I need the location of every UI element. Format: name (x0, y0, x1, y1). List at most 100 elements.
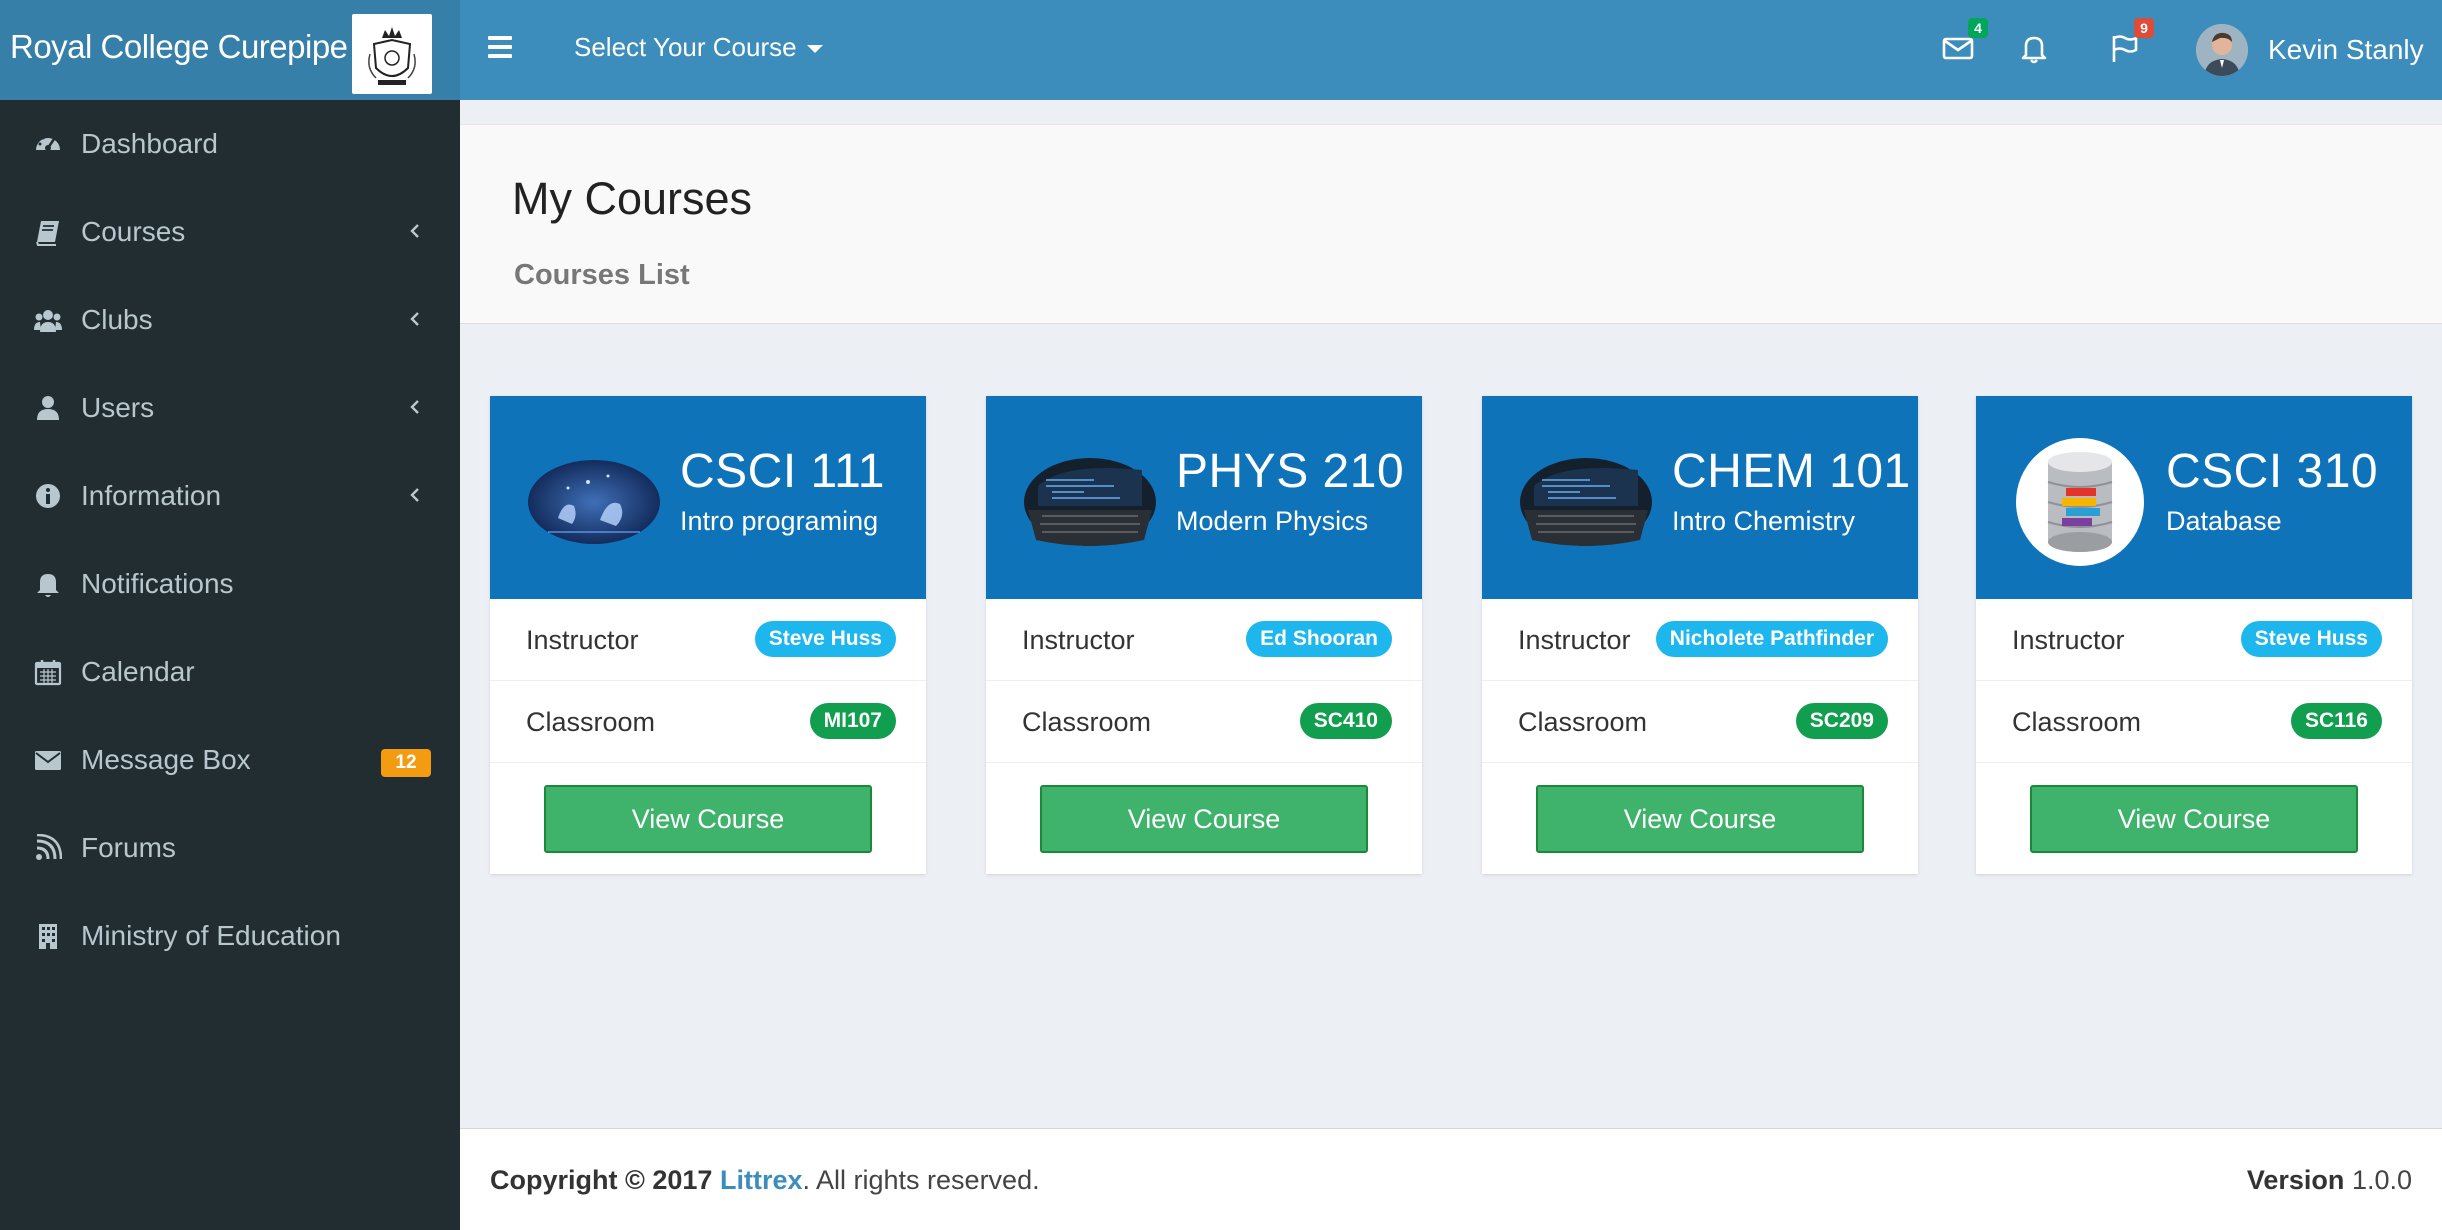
course-name: Database (2166, 506, 2282, 536)
message-count-badge: 12 (381, 749, 431, 777)
course-code: CSCI 310 (2166, 445, 2379, 498)
sidebar-item-label: Courses (81, 216, 186, 247)
user-icon (34, 394, 64, 424)
sidebar-item-label: Information (81, 480, 222, 511)
view-course-button[interactable]: View Course (1040, 785, 1368, 853)
rss-icon (34, 834, 64, 864)
course-card-header: CHEM 101 Intro Chemistry (1482, 396, 1918, 599)
course-name: Modern Physics (1176, 506, 1369, 536)
chevron-left-icon (406, 306, 422, 332)
instructor-row: Instructor Steve Huss (1976, 599, 2412, 681)
course-select-dropdown[interactable]: Select Your Course (574, 32, 823, 63)
sidebar-item-clubs[interactable]: Clubs (0, 276, 460, 364)
messages-menu[interactable]: 4 (1940, 18, 1988, 70)
view-course-button[interactable]: View Course (544, 785, 872, 853)
chevron-left-icon (406, 218, 422, 244)
sidebar-item-calendar[interactable]: Calendar (0, 628, 460, 716)
course-code: PHYS 210 (1176, 445, 1405, 498)
sidebar-item-label: Ministry of Education (81, 920, 341, 951)
version-info: Version 1.0.0 (2247, 1165, 2412, 1196)
college-crest-icon (352, 14, 432, 94)
sidebar-item-label: Calendar (81, 656, 195, 687)
sidebar-item-label: Clubs (81, 304, 153, 335)
instructor-label: Instructor (526, 625, 639, 655)
classroom-label: Classroom (2012, 707, 2142, 737)
tasks-count-badge: 9 (2134, 18, 2154, 38)
sidebar-item-label: Dashboard (81, 128, 218, 159)
page-subtitle: Courses List (514, 259, 690, 291)
classroom-label: Classroom (1518, 707, 1648, 737)
instructor-label: Instructor (1518, 625, 1631, 655)
instructor-label: Instructor (2012, 625, 2125, 655)
laptop-code-image (1024, 436, 1156, 568)
sidebar-item-label: Forums (81, 832, 176, 863)
copyright-suffix: . All rights reserved. (802, 1165, 1040, 1195)
classroom-badge: SC116 (2290, 703, 2382, 739)
instructor-row: Instructor Ed Shooran (986, 599, 1422, 681)
classroom-badge: SC410 (1299, 703, 1392, 739)
chevron-left-icon (406, 394, 422, 420)
instructor-badge: Nicholete Pathfinder (1655, 621, 1888, 657)
envelope-icon (34, 746, 64, 776)
sidebar-item-notifications[interactable]: Notifications (0, 540, 460, 628)
info-icon (34, 482, 64, 512)
top-navbar: Royal College Curepipe Select Your Cours… (0, 0, 2442, 100)
instructor-badge: Ed Shooran (1246, 621, 1392, 657)
book-icon (34, 218, 64, 248)
classroom-row: Classroom SC116 (1976, 681, 2412, 763)
chevron-left-icon (406, 482, 422, 508)
version-number: 1.0.0 (2351, 1165, 2412, 1195)
course-card-header: CSCI 111 Intro programing (490, 396, 926, 599)
view-course-button[interactable]: View Course (2030, 785, 2358, 853)
sidebar-item-label: Message Box (81, 744, 251, 775)
sidebar-item-users[interactable]: Users (0, 364, 460, 452)
course-name: Intro Chemistry (1672, 506, 1856, 536)
sidebar-toggle-icon[interactable] (488, 36, 516, 64)
caret-down-icon (806, 45, 823, 54)
copyright-prefix: Copyright © 2017 (490, 1165, 713, 1195)
page-title: My Courses (512, 173, 753, 224)
bell-icon (34, 570, 64, 600)
brand-link[interactable]: Littrex (720, 1165, 803, 1195)
version-label: Version (2246, 1165, 2345, 1195)
instructor-row: Instructor Steve Huss (490, 599, 926, 681)
sidebar-item-ministry-of-education[interactable]: Ministry of Education (0, 892, 460, 980)
users-group-icon (34, 306, 64, 336)
course-code: CHEM 101 (1672, 445, 1911, 498)
course-name: Intro programing (680, 506, 879, 536)
sidebar-item-forums[interactable]: Forums (0, 804, 460, 892)
building-icon (34, 922, 64, 952)
messages-count-badge: 4 (1968, 18, 1988, 38)
instructor-badge: Steve Huss (754, 621, 896, 657)
user-name[interactable]: Kevin Stanly (2268, 34, 2424, 66)
classroom-label: Classroom (1022, 707, 1152, 737)
instructor-badge: Steve Huss (2240, 621, 2382, 657)
bell-icon (2021, 36, 2047, 64)
sidebar-item-dashboard[interactable]: Dashboard (0, 100, 460, 188)
tasks-menu[interactable]: 9 (2106, 18, 2154, 70)
course-card-header: PHYS 210 Modern Physics (986, 396, 1422, 599)
course-card: CSCI 111 Intro programing Instructor Ste… (490, 396, 926, 874)
avatar[interactable] (2196, 24, 2248, 76)
course-select-label: Select Your Course (574, 32, 797, 62)
view-course-button[interactable]: View Course (1536, 785, 1864, 853)
footer: Copyright © 2017 Littrex. All rights res… (460, 1128, 2442, 1230)
sidebar-item-message-box[interactable]: Message Box 12 (0, 716, 460, 804)
hands-keyboard-image (528, 436, 660, 568)
course-code: CSCI 111 (680, 445, 885, 498)
course-card: PHYS 210 Modern Physics Instructor Ed Sh… (986, 396, 1422, 874)
sidebar-item-label: Users (81, 392, 155, 423)
notifications-menu[interactable] (2016, 30, 2056, 70)
classroom-label: Classroom (526, 707, 656, 737)
classroom-badge: SC209 (1795, 703, 1888, 739)
instructor-label: Instructor (1022, 625, 1135, 655)
course-card: CSCI 310 Database Instructor Steve Huss … (1976, 396, 2412, 874)
classroom-row: Classroom MI107 (490, 681, 926, 763)
course-card-header: CSCI 310 Database (1976, 396, 2412, 599)
sidebar-item-courses[interactable]: Courses (0, 188, 460, 276)
sidebar-item-information[interactable]: Information (0, 452, 460, 540)
instructor-row: Instructor Nicholete Pathfinder (1482, 599, 1918, 681)
classroom-row: Classroom SC209 (1482, 681, 1918, 763)
logo[interactable]: Royal College Curepipe (0, 0, 460, 100)
content-header: My Courses Courses List (460, 124, 2442, 324)
